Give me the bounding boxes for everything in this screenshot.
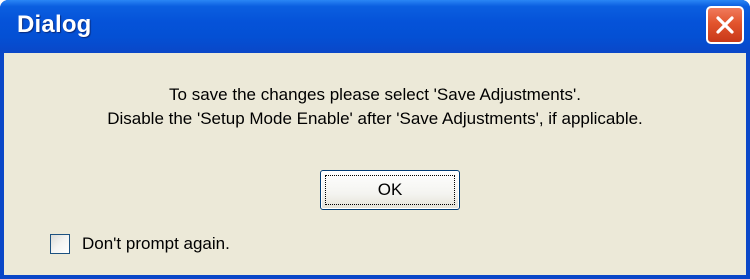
- dialog-window: Dialog To save the changes please select…: [0, 0, 750, 279]
- close-button[interactable]: [706, 6, 744, 44]
- message-text: To save the changes please select 'Save …: [4, 83, 746, 131]
- message-line-1: To save the changes please select 'Save …: [169, 85, 581, 104]
- dialog-body: To save the changes please select 'Save …: [4, 53, 746, 275]
- checkbox-label[interactable]: Don't prompt again.: [82, 234, 230, 254]
- dont-prompt-again-option[interactable]: Don't prompt again.: [50, 231, 230, 257]
- window-title: Dialog: [17, 11, 92, 38]
- close-icon: [716, 16, 734, 34]
- ok-button-label: OK: [377, 180, 403, 199]
- dont-prompt-again-checkbox[interactable]: [50, 234, 70, 254]
- message-line-2: Disable the 'Setup Mode Enable' after 'S…: [107, 109, 643, 128]
- title-bar[interactable]: Dialog: [0, 0, 750, 53]
- ok-button[interactable]: OK: [320, 170, 460, 210]
